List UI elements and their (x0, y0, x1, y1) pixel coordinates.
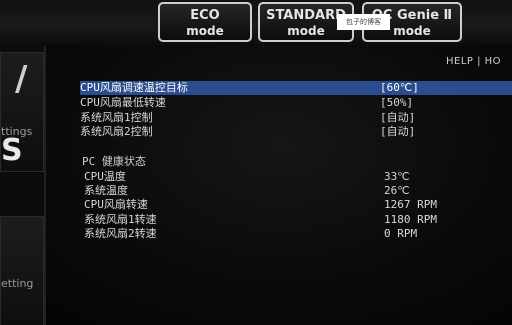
setting-value[interactable]: [60℃] (380, 81, 419, 95)
setting-panel-tile[interactable]: etting (0, 216, 44, 325)
watermark-label: 包子的博客 (337, 14, 390, 30)
eco-mode-subtitle: mode (186, 24, 224, 38)
setting-label: CPU风扇最低转速 (80, 96, 166, 109)
health-value: 26℃ (384, 184, 410, 197)
health-row-system-fan1-speed: 系统风扇1转速 1180 RPM (84, 213, 504, 227)
setting-value[interactable]: [自动] (380, 125, 415, 139)
setting-label: 系统风扇1控制 (80, 111, 153, 124)
health-row-cpu-temp: CPU温度 33℃ (84, 170, 504, 184)
setting-row-cpu-fan-target-temp[interactable]: CPU风扇调速温控目标 [60℃] (80, 81, 512, 95)
setting-row-system-fan1-control[interactable]: 系统风扇1控制 [自动] (80, 111, 512, 125)
pc-health-heading: PC 健康状态 (82, 155, 146, 168)
health-label: 系统风扇2转速 (84, 227, 157, 240)
left-panel: / ttings S etting (0, 46, 46, 325)
setting-value[interactable]: [自动] (380, 111, 415, 125)
health-value: 1267 RPM (384, 198, 437, 211)
setting-label: CPU风扇调速温控目标 (80, 81, 188, 94)
help-link[interactable]: HELP | HO (446, 56, 501, 67)
health-row-system-temp: 系统温度 26℃ (84, 184, 504, 198)
health-row-cpu-fan-speed: CPU风扇转速 1267 RPM (84, 198, 504, 212)
bios-screen: ECO mode STANDARD mode OC Genie Ⅱ mode 包… (0, 0, 512, 325)
settings-tile-big-letter: S (1, 133, 23, 168)
health-label: CPU温度 (84, 170, 126, 183)
health-value: 33℃ (384, 170, 410, 183)
setting-row-system-fan2-control[interactable]: 系统风扇2控制 [自动] (80, 125, 512, 139)
setting-value[interactable]: [50%] (380, 96, 413, 110)
mode-bar: ECO mode STANDARD mode OC Genie Ⅱ mode (0, 0, 512, 46)
eco-mode-button[interactable]: ECO mode (158, 2, 252, 42)
health-row-system-fan2-speed: 系统风扇2转速 0 RPM (84, 227, 504, 241)
eco-mode-title: ECO (190, 8, 220, 23)
health-value: 1180 RPM (384, 213, 437, 226)
setting-row-cpu-fan-min-speed[interactable]: CPU风扇最低转速 [50%] (80, 96, 512, 110)
health-label: 系统温度 (84, 184, 128, 197)
health-value: 0 RPM (384, 227, 418, 240)
setting-label: 系统风扇2控制 (80, 125, 153, 138)
health-label: 系统风扇1转速 (84, 213, 157, 226)
health-label: CPU风扇转速 (84, 198, 148, 211)
slash-graphic: / (15, 59, 28, 99)
setting-tile-label: etting (1, 277, 34, 290)
settings-panel-tile[interactable]: / ttings S (0, 52, 44, 172)
